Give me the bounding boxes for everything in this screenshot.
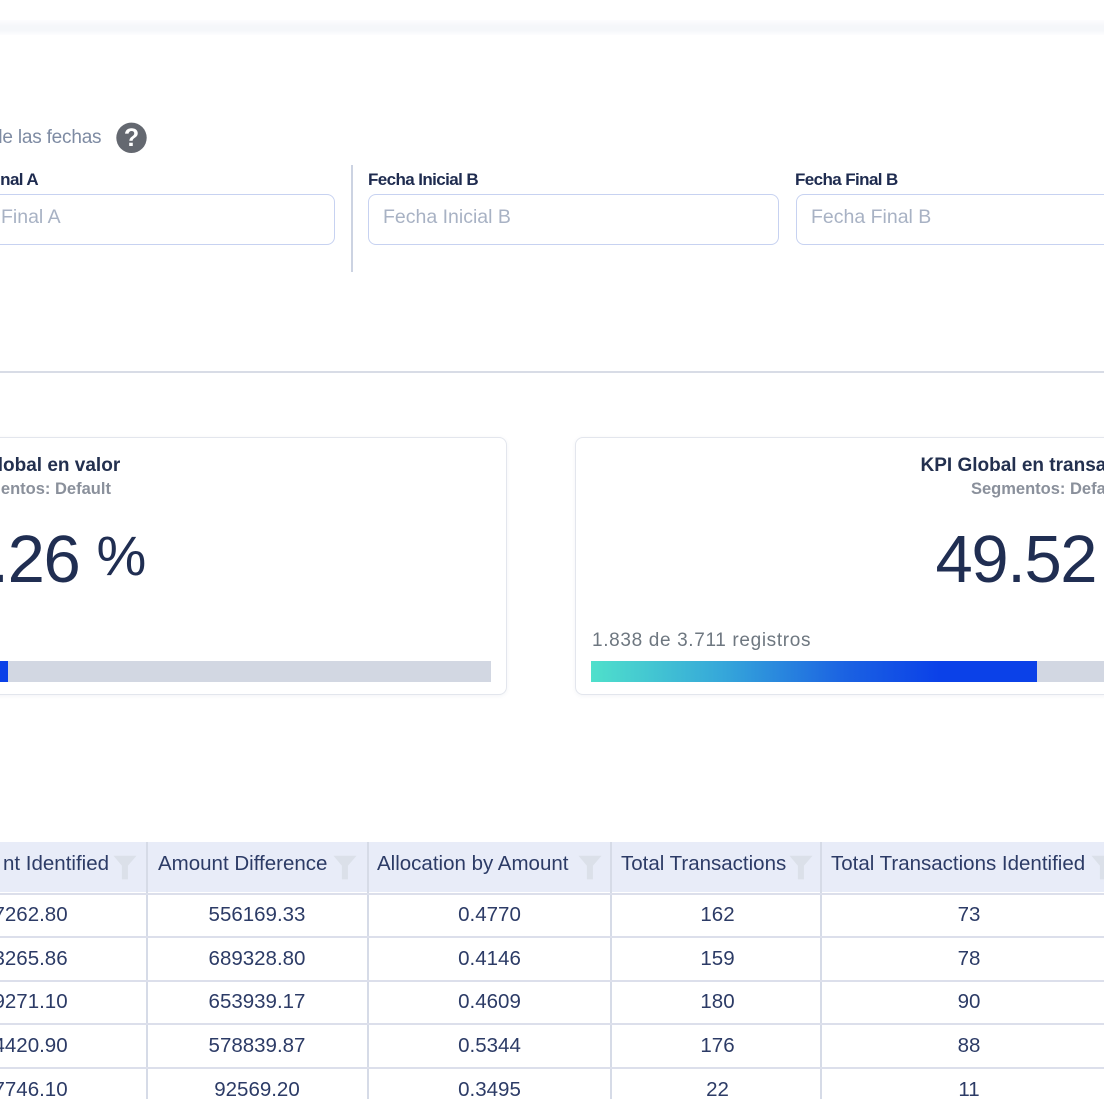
svg-text:?: ?: [124, 124, 139, 152]
